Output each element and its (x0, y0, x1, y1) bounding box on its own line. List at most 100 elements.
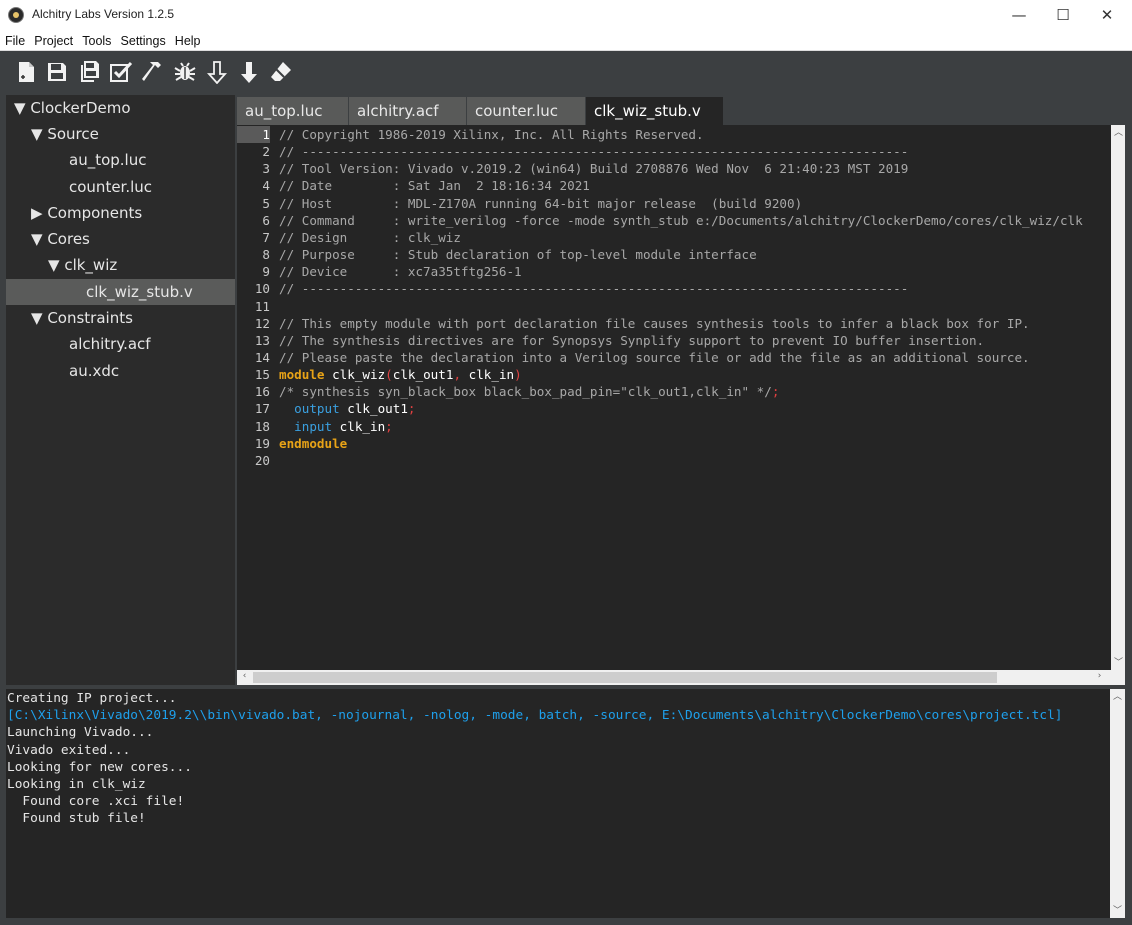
code-line[interactable]: 15 module clk_wiz(clk_out1, clk_in) (237, 366, 1111, 383)
tree-label: Source (47, 125, 99, 143)
tree-item-file[interactable]: alchitry.acf (69, 331, 151, 357)
expand-arrow-icon[interactable]: ▼ (31, 125, 43, 143)
code-token: // The synthesis directives are for Syno… (279, 332, 985, 348)
scrollbar-thumb[interactable] (253, 672, 997, 683)
scroll-down-arrow-icon[interactable]: ﹀ (1111, 655, 1126, 668)
menu-tools[interactable]: Tools (82, 31, 111, 51)
scroll-up-arrow-icon[interactable]: ︿ (1111, 125, 1126, 138)
expand-arrow-icon[interactable]: ▼ (31, 309, 43, 327)
console-line: Launching Vivado... (7, 725, 154, 741)
app-logo-icon (8, 7, 24, 23)
code-line[interactable]: 17 output clk_out1; (237, 400, 1111, 417)
scroll-up-arrow-icon[interactable]: ︿ (1110, 689, 1125, 702)
code-line[interactable]: 12 // This empty module with port declara… (237, 315, 1111, 332)
tree-item-components[interactable]: ▶ Components (31, 200, 142, 226)
console-line: [C:\Xilinx\Vivado\2019.2\\bin\vivado.bat… (7, 708, 1063, 724)
code-token: // Command : write_verilog -force -mode … (279, 212, 1083, 228)
line-number: 2 (262, 144, 270, 160)
code-text: input clk_in; (279, 418, 393, 435)
scroll-left-arrow-icon[interactable]: ‹ (237, 671, 252, 681)
tree-item-file-selected[interactable]: clk_wiz_stub.v (86, 279, 193, 305)
code-text: // Date : Sat Jan 2 18:16:34 2021 (279, 177, 590, 194)
debug-bug-icon[interactable] (172, 58, 198, 86)
menu-bar: File Project Tools Settings Help (0, 30, 1132, 51)
tree-item-cores[interactable]: ▼ Cores (31, 226, 90, 252)
build-hammer-icon[interactable] (140, 58, 166, 86)
tab-counter[interactable]: counter.luc (467, 97, 586, 125)
code-token: // Purpose : Stub declaration of top-lev… (279, 247, 757, 263)
code-token: // -------------------------------------… (279, 144, 909, 160)
check-icon[interactable] (108, 58, 134, 86)
load-ram-arrow-icon[interactable] (204, 58, 230, 86)
tab-au-top[interactable]: au_top.luc (237, 97, 349, 125)
code-line[interactable]: 9 // Device : xc7a35tftg256-1 (237, 263, 1111, 280)
code-line[interactable]: 7 // Design : clk_wiz (237, 229, 1111, 246)
tree-item-project[interactable]: ▼ ClockerDemo (14, 95, 131, 121)
tree-item-clk-wiz[interactable]: ▼ clk_wiz (48, 252, 117, 278)
line-number: 10 (254, 281, 270, 297)
new-file-icon[interactable] (13, 58, 39, 86)
menu-project[interactable]: Project (34, 31, 73, 51)
line-number: 4 (262, 178, 270, 194)
line-number: 1 (237, 126, 270, 144)
code-line[interactable]: 6 // Command : write_verilog -force -mode… (237, 212, 1111, 229)
code-text: // Host : MDL-Z170A running 64-bit major… (279, 195, 802, 212)
editor-horizontal-scrollbar[interactable]: ‹ › (237, 670, 1111, 685)
code-line[interactable]: 14 // Please paste the declaration into a… (237, 349, 1111, 366)
code-line[interactable]: 18 input clk_in; (237, 418, 1111, 435)
line-number: 18 (254, 418, 270, 434)
code-line[interactable]: 2 // ------------------------------------… (237, 143, 1111, 160)
code-token: clk_out1 (392, 367, 454, 383)
tree-item-file[interactable]: au.xdc (69, 358, 119, 384)
line-number: 7 (262, 229, 270, 245)
tree-item-file[interactable]: counter.luc (69, 174, 152, 200)
eraser-icon[interactable] (268, 58, 294, 86)
code-line[interactable]: 3 // Tool Version: Vivado v.2019.2 (win64… (237, 160, 1111, 177)
tab-clk-wiz-stub[interactable]: clk_wiz_stub.v (586, 97, 724, 125)
code-token: clk_wiz (324, 367, 386, 383)
code-line[interactable]: 16 /* synthesis syn_black_box black_box_p… (237, 383, 1111, 400)
editor-tabs: au_top.luc alchitry.acf counter.luc clk_… (237, 97, 1125, 125)
menu-file[interactable]: File (5, 31, 25, 51)
menu-help[interactable]: Help (175, 31, 201, 51)
code-editor[interactable]: 1 // Copyright 1986-2019 Xilinx, Inc. All… (237, 125, 1111, 670)
close-button[interactable]: ✕ (1084, 0, 1130, 30)
console-vertical-scrollbar[interactable]: ︿ ﹀ (1110, 689, 1125, 918)
collapse-arrow-icon[interactable]: ▶ (31, 204, 43, 222)
code-line[interactable]: 10 // -----------------------------------… (237, 280, 1111, 297)
tab-alchitry-acf[interactable]: alchitry.acf (349, 97, 467, 125)
code-line[interactable]: 13 // The synthesis directives are for Sy… (237, 332, 1111, 349)
maximize-button[interactable]: ☐ (1040, 0, 1086, 30)
code-line[interactable]: 20 (237, 452, 1111, 469)
code-token: ; (407, 401, 416, 417)
code-line[interactable]: 8 // Purpose : Stub declaration of top-le… (237, 246, 1111, 263)
code-line[interactable]: 11 (237, 298, 1111, 315)
code-token: ; (771, 384, 780, 400)
code-line[interactable]: 19 endmodule (237, 435, 1111, 452)
code-line[interactable]: 5 // Host : MDL-Z170A running 64-bit majo… (237, 195, 1111, 212)
line-number: 13 (254, 332, 270, 348)
save-icon[interactable] (44, 58, 70, 86)
minimize-button[interactable]: — (996, 0, 1042, 30)
console-output[interactable]: Creating IP project... [C:\Xilinx\Vivado\… (6, 689, 1110, 918)
scroll-down-arrow-icon[interactable]: ﹀ (1110, 903, 1125, 916)
expand-arrow-icon[interactable]: ▼ (31, 230, 43, 248)
tree-item-file[interactable]: au_top.luc (69, 147, 146, 173)
code-text: // Design : clk_wiz (279, 229, 461, 246)
editor-vertical-scrollbar[interactable]: ︿ ﹀ (1111, 125, 1125, 670)
menu-settings[interactable]: Settings (121, 31, 166, 51)
save-all-icon[interactable] (76, 58, 102, 86)
scrollbar-corner (1111, 670, 1125, 685)
load-flash-arrow-icon[interactable] (236, 58, 262, 86)
console-line: Creating IP project... (7, 691, 177, 706)
code-text: // Command : write_verilog -force -mode … (279, 212, 1083, 229)
line-number: 12 (254, 315, 270, 331)
expand-arrow-icon[interactable]: ▼ (14, 99, 26, 117)
expand-arrow-icon[interactable]: ▼ (48, 256, 60, 274)
code-line[interactable]: 4 // Date : Sat Jan 2 18:16:34 2021 (237, 177, 1111, 194)
code-line[interactable]: 1 // Copyright 1986-2019 Xilinx, Inc. All… (237, 126, 1111, 144)
tree-item-constraints[interactable]: ▼ Constraints (31, 305, 133, 331)
scroll-right-arrow-icon[interactable]: › (1092, 671, 1107, 681)
tree-item-source[interactable]: ▼ Source (31, 121, 99, 147)
code-token: // Device : xc7a35tftg256-1 (279, 264, 522, 280)
